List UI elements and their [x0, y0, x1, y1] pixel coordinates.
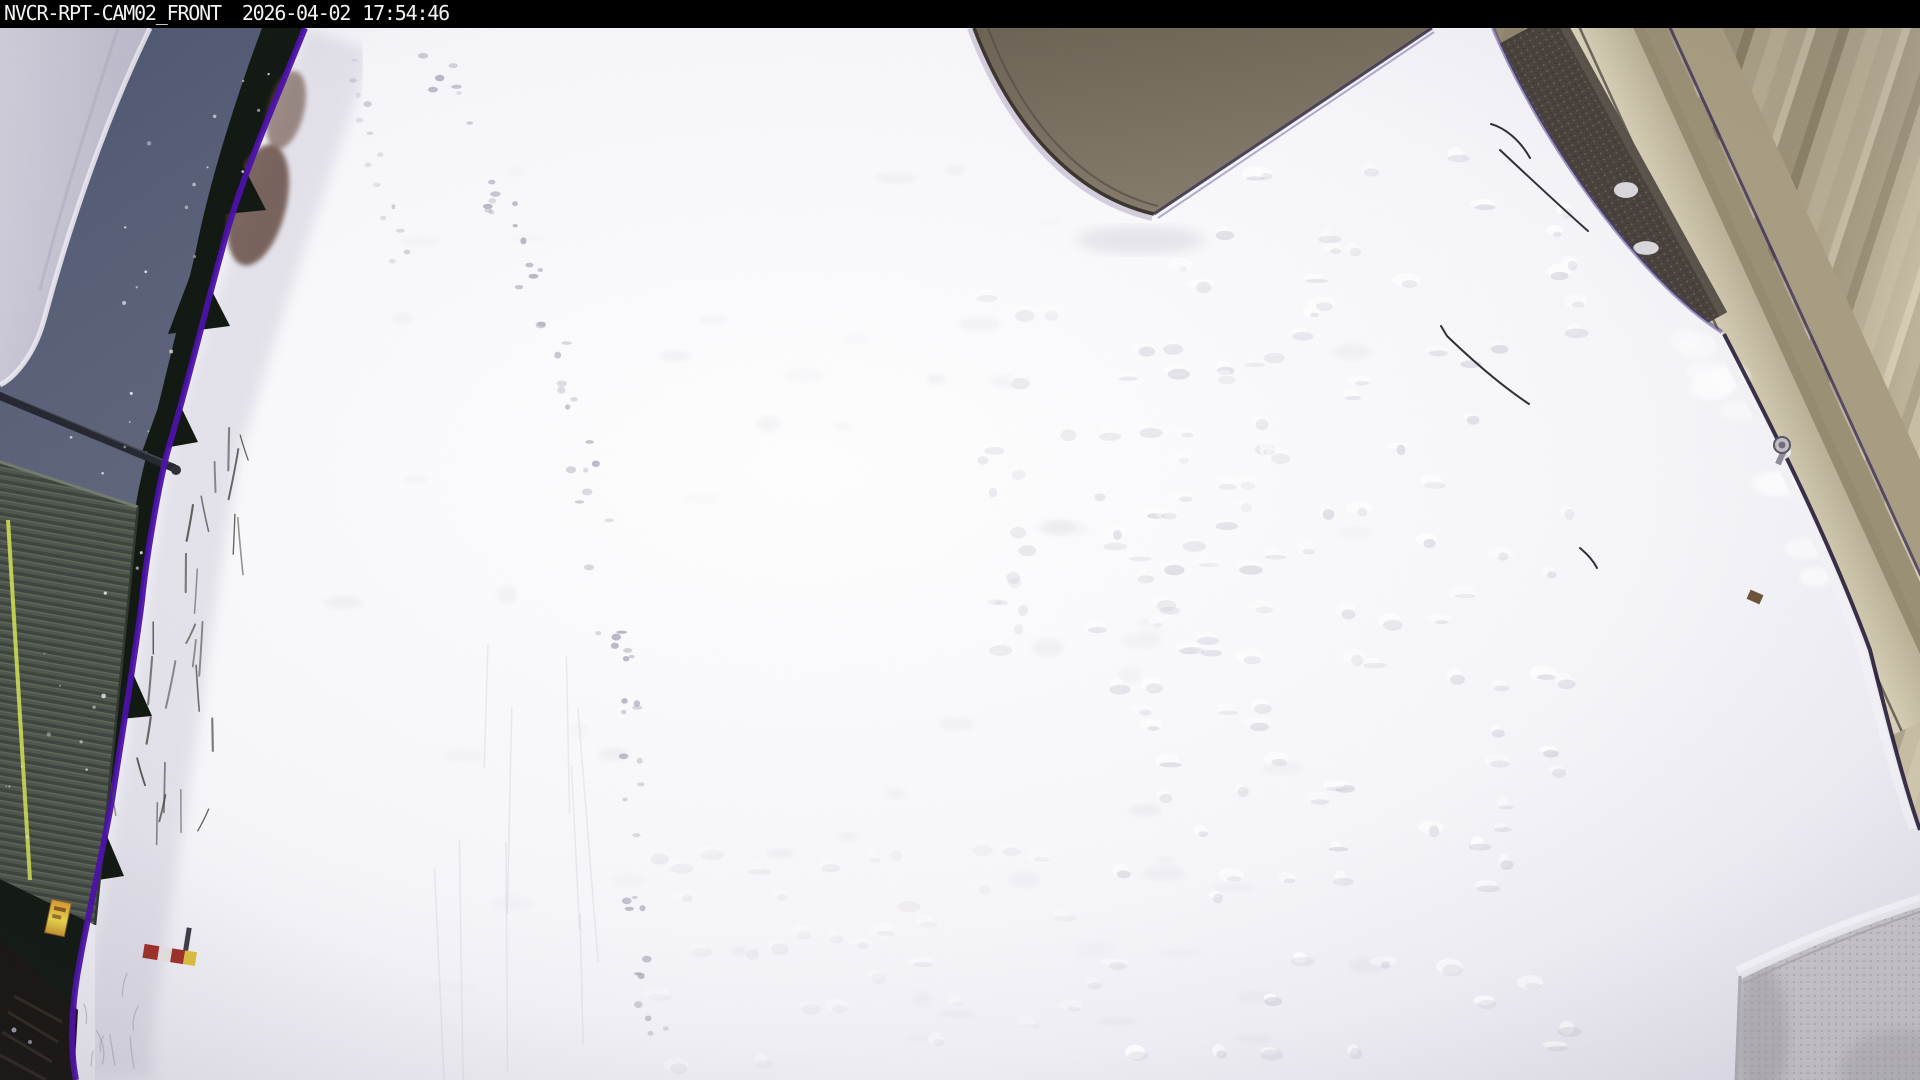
- cctv-frame: NVCR-RPT-CAM02_FRONT 2026-04-02 17:54:46: [0, 0, 1920, 1080]
- osd-topbar: NVCR-RPT-CAM02_FRONT 2026-04-02 17:54:46: [0, 0, 1920, 28]
- camera-scene: [0, 28, 1920, 1080]
- vignette-overlay: [0, 28, 1920, 1080]
- osd-camera-id: NVCR-RPT-CAM02_FRONT: [4, 1, 221, 25]
- osd-time: 17:54:46: [362, 1, 449, 25]
- osd-date: 2026-04-02: [242, 1, 350, 25]
